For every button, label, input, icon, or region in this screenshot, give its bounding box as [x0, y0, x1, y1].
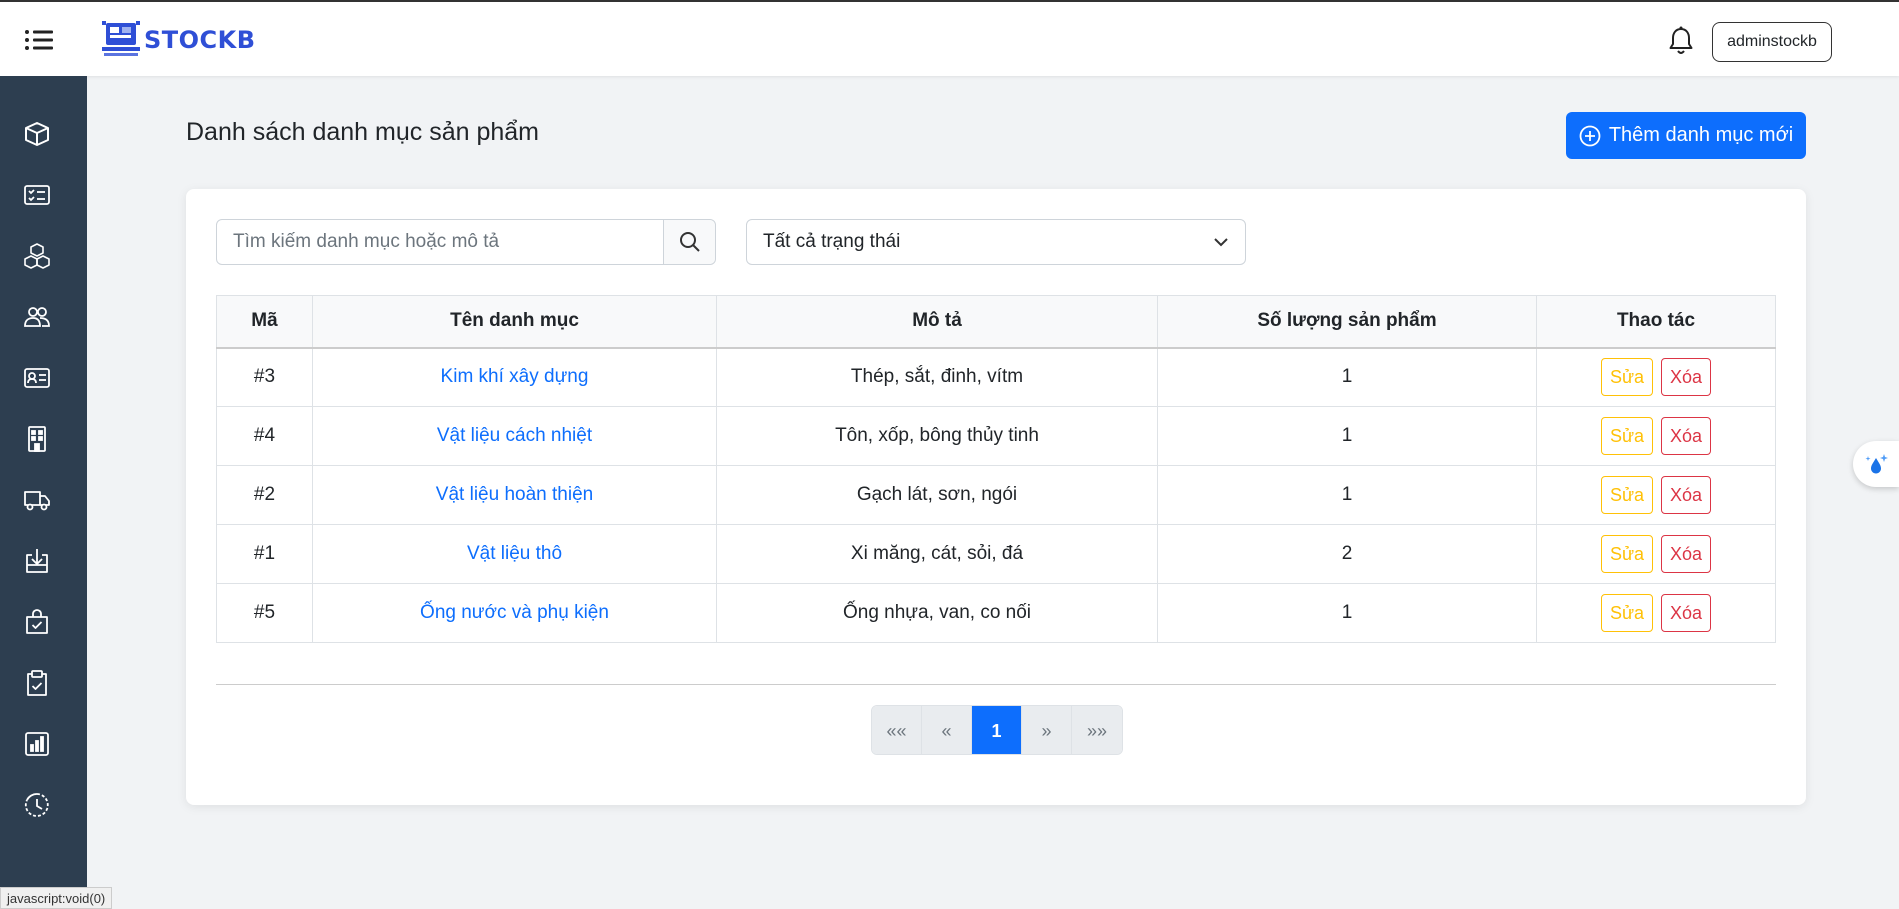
divider	[216, 684, 1776, 685]
cell-count: 2	[1157, 524, 1537, 584]
cell-count: 1	[1157, 347, 1537, 407]
table-row: #2 Vật liệu hoàn thiện Gạch lát, sơn, ng…	[216, 465, 1776, 525]
delete-button[interactable]: Xóa	[1661, 594, 1712, 632]
page-title: Danh sách danh mục sản phẩm	[186, 118, 539, 146]
category-name-link[interactable]: Vật liệu cách nhiệt	[312, 406, 717, 466]
bag-check-icon[interactable]	[23, 608, 51, 636]
logo[interactable]: STOCKB	[100, 18, 256, 62]
cell-actions: Sửa Xóa	[1536, 347, 1776, 407]
sparkle-drop-icon	[1865, 454, 1888, 474]
menu-toggle-icon[interactable]	[24, 28, 54, 52]
status-filter-select[interactable]: Tất cả trạng thái	[746, 219, 1246, 265]
delete-button[interactable]: Xóa	[1661, 535, 1712, 573]
category-card: Tất cả trạng thái Mã Tên danh mục Mô tả …	[186, 189, 1806, 805]
edit-button[interactable]: Sửa	[1600, 417, 1654, 455]
col-header-count: Số lượng sản phẩm	[1157, 295, 1537, 349]
status-filter-value: Tất cả trạng thái	[763, 231, 901, 252]
sidebar	[0, 76, 87, 909]
clock-history-icon[interactable]	[23, 791, 51, 819]
browser-status-bar: javascript:void(0)	[0, 887, 113, 909]
clipboard-check-icon[interactable]	[23, 669, 51, 697]
cell-id: #5	[216, 583, 313, 643]
cell-desc: Tôn, xốp, bông thủy tinh	[716, 406, 1158, 466]
edit-button[interactable]: Sửa	[1600, 594, 1654, 632]
table-row: #1 Vật liệu thô Xi măng, cát, sỏi, đá 2 …	[216, 524, 1776, 584]
last-page-button[interactable]: »»	[1072, 706, 1122, 754]
search-input[interactable]	[217, 220, 663, 264]
building-icon[interactable]	[23, 425, 51, 453]
cell-id: #3	[216, 347, 313, 407]
first-page-button[interactable]: ««	[872, 706, 922, 754]
col-header-id: Mã	[216, 295, 313, 349]
table-row: #3 Kim khí xây dựng Thép, sắt, đinh, vít…	[216, 347, 1776, 407]
table-header-row: Mã Tên danh mục Mô tả Số lượng sản phẩm …	[216, 295, 1776, 349]
category-name-link[interactable]: Ống nước và phụ kiện	[312, 583, 717, 643]
pagination: «« « 1 » »»	[871, 705, 1123, 755]
prev-page-button[interactable]: «	[922, 706, 972, 754]
box-icon[interactable]	[23, 120, 51, 148]
bell-icon[interactable]	[1668, 26, 1694, 56]
truck-icon[interactable]	[23, 486, 51, 514]
search-button[interactable]	[663, 220, 715, 264]
user-menu-button[interactable]: adminstockb	[1712, 22, 1832, 62]
logo-text: STOCKB	[144, 26, 256, 54]
edit-button[interactable]: Sửa	[1600, 476, 1654, 514]
delete-button[interactable]: Xóa	[1661, 476, 1712, 514]
category-table: Mã Tên danh mục Mô tả Số lượng sản phẩm …	[216, 295, 1776, 643]
cell-desc: Gạch lát, sơn, ngói	[716, 465, 1158, 525]
edit-button[interactable]: Sửa	[1600, 535, 1654, 573]
cell-desc: Xi măng, cát, sỏi, đá	[716, 524, 1158, 584]
category-name-link[interactable]: Vật liệu thô	[312, 524, 717, 584]
col-header-desc: Mô tả	[716, 295, 1158, 349]
cell-actions: Sửa Xóa	[1536, 524, 1776, 584]
col-header-actions: Thao tác	[1536, 295, 1776, 349]
cell-id: #2	[216, 465, 313, 525]
person-card-icon[interactable]	[23, 364, 51, 392]
category-name-link[interactable]: Vật liệu hoàn thiện	[312, 465, 717, 525]
current-page-button[interactable]: 1	[972, 706, 1022, 754]
cell-desc: Thép, sắt, đinh, vítm	[716, 347, 1158, 407]
people-icon[interactable]	[23, 303, 51, 331]
cell-actions: Sửa Xóa	[1536, 465, 1776, 525]
plus-circle-icon	[1579, 125, 1601, 146]
cell-count: 1	[1157, 465, 1537, 525]
next-page-button[interactable]: »	[1022, 706, 1072, 754]
cell-id: #4	[216, 406, 313, 466]
cell-count: 1	[1157, 406, 1537, 466]
boxes-icon[interactable]	[23, 242, 51, 270]
table-row: #5 Ống nước và phụ kiện Ống nhựa, van, c…	[216, 583, 1776, 643]
cell-actions: Sửa Xóa	[1536, 406, 1776, 466]
checklist-icon[interactable]	[23, 181, 51, 209]
cell-desc: Ống nhựa, van, co nối	[716, 583, 1158, 643]
search-icon	[679, 232, 700, 252]
cell-count: 1	[1157, 583, 1537, 643]
box-arrow-in-down-icon[interactable]	[23, 547, 51, 575]
cell-id: #1	[216, 524, 313, 584]
add-category-button[interactable]: Thêm danh mục mới	[1566, 112, 1806, 159]
add-category-label: Thêm danh mục mới	[1608, 124, 1794, 146]
delete-button[interactable]: Xóa	[1661, 417, 1712, 455]
table-row: #4 Vật liệu cách nhiệt Tôn, xốp, bông th…	[216, 406, 1776, 466]
cell-actions: Sửa Xóa	[1536, 583, 1776, 643]
top-navbar: STOCKB adminstockb	[0, 0, 1899, 76]
floating-assistant-button[interactable]	[1853, 441, 1899, 487]
logo-warehouse-icon	[102, 21, 140, 56]
chevron-down-icon	[1214, 238, 1228, 247]
bar-chart-icon[interactable]	[23, 730, 51, 758]
col-header-name: Tên danh mục	[312, 295, 717, 349]
edit-button[interactable]: Sửa	[1600, 358, 1654, 397]
category-name-link[interactable]: Kim khí xây dựng	[312, 347, 717, 407]
search-group	[216, 219, 716, 265]
delete-button[interactable]: Xóa	[1661, 358, 1712, 397]
